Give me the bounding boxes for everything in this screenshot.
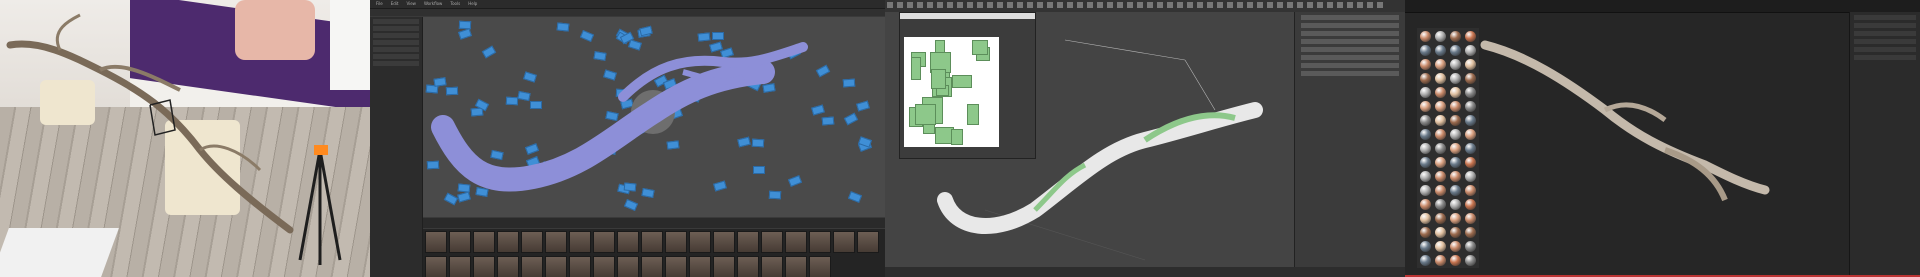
photo-thumbnail[interactable] bbox=[713, 256, 735, 277]
tool-icon[interactable] bbox=[1307, 2, 1313, 8]
photo-thumbnail[interactable] bbox=[473, 256, 495, 277]
photo-thumbnail[interactable] bbox=[737, 256, 759, 277]
menu-item[interactable]: File bbox=[376, 0, 383, 8]
branch-photo bbox=[6, 13, 342, 265]
viewport-mesh bbox=[937, 39, 1263, 261]
photo-thumbnail[interactable] bbox=[425, 231, 447, 253]
menu-item[interactable]: View bbox=[406, 0, 416, 8]
panel-button[interactable] bbox=[1301, 63, 1399, 68]
photo-thumbnail[interactable] bbox=[425, 256, 447, 277]
panel-button[interactable] bbox=[1301, 31, 1399, 36]
photo-thumbnail[interactable] bbox=[497, 256, 519, 277]
photo-thumbnail[interactable] bbox=[809, 256, 831, 277]
uv-editor-panel bbox=[885, 0, 1405, 277]
photo-thumbnail[interactable] bbox=[665, 231, 687, 253]
photo-thumbnail[interactable] bbox=[689, 231, 711, 253]
rendered-branch bbox=[1480, 40, 1770, 202]
setting-row[interactable] bbox=[1854, 15, 1916, 20]
photo-thumbnail[interactable] bbox=[809, 231, 831, 253]
photo-thumbnail[interactable] bbox=[473, 231, 495, 253]
panel-button[interactable] bbox=[1301, 71, 1399, 76]
setting-row[interactable] bbox=[1854, 23, 1916, 28]
workspace-sidebar bbox=[370, 17, 423, 277]
menu-item[interactable]: Edit bbox=[391, 0, 399, 8]
tool-icon[interactable] bbox=[1357, 2, 1363, 8]
photo-thumbnail[interactable] bbox=[617, 231, 639, 253]
tool-icon[interactable] bbox=[1337, 2, 1343, 8]
tree-row[interactable] bbox=[373, 61, 419, 66]
photo-thumbnail[interactable] bbox=[713, 231, 735, 253]
tool-icon[interactable] bbox=[1377, 2, 1383, 8]
setting-row[interactable] bbox=[1854, 55, 1916, 60]
panel-button[interactable] bbox=[1301, 47, 1399, 52]
tree-row[interactable] bbox=[373, 54, 419, 59]
photo-thumbnail[interactable] bbox=[761, 256, 783, 277]
photo-thumbnail[interactable] bbox=[689, 256, 711, 277]
photo-thumbnail[interactable] bbox=[641, 256, 663, 277]
photo-thumbnail[interactable] bbox=[593, 231, 615, 253]
tool-icon[interactable] bbox=[1327, 2, 1333, 8]
settings-panel bbox=[1849, 12, 1920, 277]
photogrammetry-panel: File Edit View Workflow Tools Help bbox=[370, 0, 885, 277]
photo-thumbnail[interactable] bbox=[617, 256, 639, 277]
tool-icon[interactable] bbox=[1297, 2, 1303, 8]
tree-row[interactable] bbox=[373, 19, 419, 24]
status-bar bbox=[885, 267, 1405, 277]
toolbar bbox=[370, 9, 885, 16]
photo-thumbnail[interactable] bbox=[833, 231, 855, 253]
menu-item[interactable]: Workflow bbox=[424, 0, 442, 8]
setting-row[interactable] bbox=[1854, 31, 1916, 36]
menu-item[interactable]: Help bbox=[468, 0, 477, 8]
tree-row[interactable] bbox=[373, 26, 419, 31]
photo-thumbnail[interactable] bbox=[521, 231, 543, 253]
photo-thumbnail[interactable] bbox=[569, 231, 591, 253]
reconstructed-mesh bbox=[431, 42, 808, 192]
photo-thumbnail[interactable] bbox=[785, 256, 807, 277]
photo-thumbnail[interactable] bbox=[785, 231, 807, 253]
photo-thumbnail[interactable] bbox=[665, 256, 687, 277]
photo-thumbnail[interactable] bbox=[641, 231, 663, 253]
menu-item[interactable]: Tools bbox=[450, 0, 460, 8]
setting-row[interactable] bbox=[1854, 39, 1916, 44]
photo-thumbnail[interactable] bbox=[857, 231, 879, 253]
photo-thumbnail[interactable] bbox=[521, 256, 543, 277]
setting-row[interactable] bbox=[1854, 47, 1916, 52]
command-panel bbox=[1294, 12, 1405, 277]
photo-thumbnail[interactable] bbox=[545, 231, 567, 253]
tree-row[interactable] bbox=[373, 33, 419, 38]
photo-thumbnail-strip bbox=[423, 229, 885, 277]
photo-thumbnail[interactable] bbox=[569, 256, 591, 277]
panel-button[interactable] bbox=[1301, 39, 1399, 44]
tool-icon[interactable] bbox=[1367, 2, 1373, 8]
photo-thumbnail[interactable] bbox=[593, 256, 615, 277]
tool-icon[interactable] bbox=[1347, 2, 1353, 8]
photo-thumbnail[interactable] bbox=[497, 231, 519, 253]
3d-viewport[interactable] bbox=[423, 17, 885, 217]
tree-row[interactable] bbox=[373, 40, 419, 45]
panel-button[interactable] bbox=[1301, 23, 1399, 28]
photo-thumbnail[interactable] bbox=[545, 256, 567, 277]
photo-thumbnail[interactable] bbox=[449, 256, 471, 277]
renderer-panel bbox=[1405, 0, 1920, 277]
tree-row[interactable] bbox=[373, 47, 419, 52]
timeline-bar[interactable] bbox=[423, 218, 885, 228]
panel-button[interactable] bbox=[1301, 15, 1399, 20]
panel-button[interactable] bbox=[1301, 55, 1399, 60]
photo-thumbnail[interactable] bbox=[737, 231, 759, 253]
tool-icon[interactable] bbox=[1317, 2, 1323, 8]
photo-thumbnail[interactable] bbox=[761, 231, 783, 253]
photo-panel bbox=[0, 0, 370, 277]
menu-bar: File Edit View Workflow Tools Help bbox=[370, 0, 885, 9]
photo-thumbnail[interactable] bbox=[449, 231, 471, 253]
